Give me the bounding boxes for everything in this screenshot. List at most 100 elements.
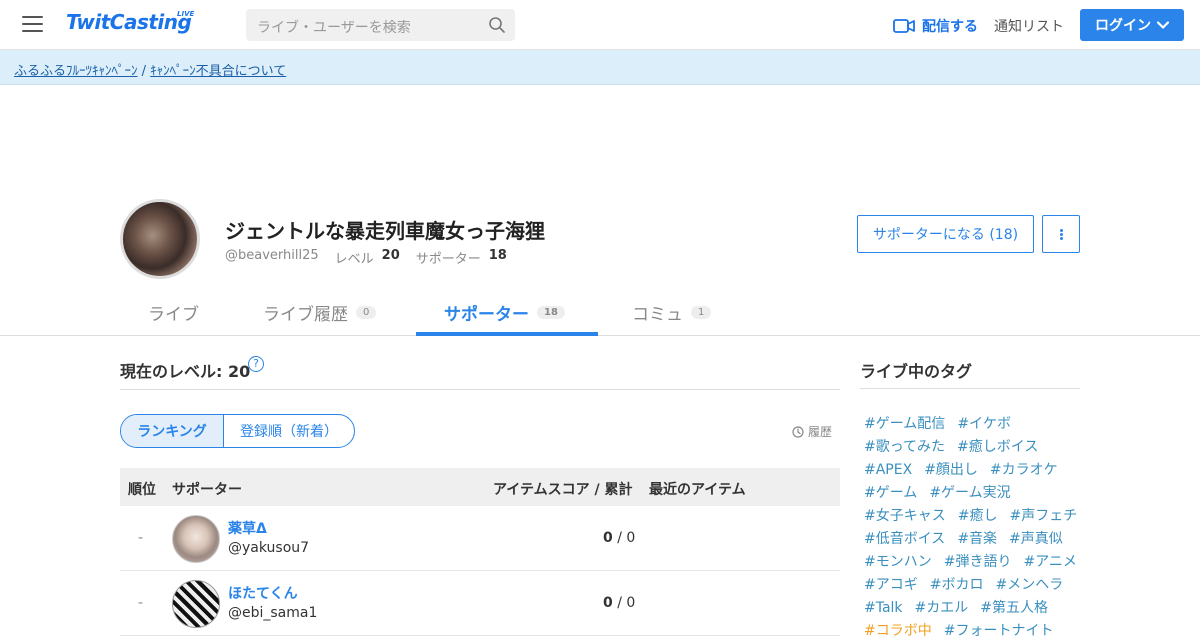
live-tag[interactable]: #ゲーム [864,485,917,501]
campaign-link[interactable]: ふるふるﾌﾙｰﾂｷｬﾝﾍﾟｰﾝ [14,64,138,79]
col-item-score: アイテムスコア / 累計 [493,482,633,498]
live-tag[interactable]: #アコギ [864,577,918,593]
tab-supporters[interactable]: サポーター 18 [444,300,565,325]
item-score-value: 0 [603,595,613,611]
divider [120,389,840,390]
tag-line: #歌ってみた #癒しボイス [864,436,1084,459]
live-tag[interactable]: #ゲーム実況 [929,485,1010,501]
avatar[interactable] [172,515,220,563]
search-placeholder: ライブ・ユーザーを検索 [257,20,411,36]
avatar[interactable] [172,580,220,628]
item-score: 0 / 0 [603,595,636,611]
broadcast-label: 配信する [922,19,978,35]
live-tag[interactable]: #モンハン [864,554,932,570]
live-tag[interactable]: #音楽 [957,531,997,547]
level-label: レベル [334,252,374,267]
divider [860,388,1080,389]
login-label: ログイン [1095,18,1151,34]
row-rank: - [138,530,144,546]
live-tag[interactable]: #イケボ [957,416,1011,432]
live-tag[interactable]: #歌ってみた [864,439,945,455]
notify-list-link[interactable]: 通知リスト [994,16,1064,36]
live-tag[interactable]: #女子キャス [864,508,946,524]
live-tag[interactable]: #アニメ [1023,554,1076,570]
tab-community-label: コミュ [632,305,683,325]
supporter-count-value: 18 [488,248,507,263]
live-tag[interactable]: #フォートナイト [944,623,1054,639]
item-score-total: 0 [626,530,636,546]
history-label: 履歴 [808,425,833,439]
tab-live-history-label: ライブ履歴 [263,305,348,325]
clock-icon [792,425,804,438]
current-level-title: 現在のレベル: 20 [120,362,251,381]
table-row: - ほたてくん @ebi_sama1 0 / 0 [120,571,840,636]
live-tag[interactable]: #弾き語り [944,554,1012,570]
tab-live-history[interactable]: ライブ履歴 0 [263,300,377,325]
tab-live-history-badge: 0 [356,306,377,319]
tab-community[interactable]: コミュ 1 [632,300,712,325]
live-tag[interactable]: #声真似 [1009,531,1063,547]
live-tag[interactable]: #ボカロ [930,577,984,593]
live-tag[interactable]: #癒しボイス [957,439,1038,455]
sort-registration-button[interactable]: 登録順（新着） [224,415,354,447]
notice-bar: ふるふるﾌﾙｰﾂｷｬﾝﾍﾟｰﾝ / ｷｬﾝﾍﾟｰﾝ不具合について [0,50,1200,85]
live-tag[interactable]: #第五人格 [980,600,1048,616]
item-score-total: 0 [626,595,636,611]
tab-live[interactable]: ライブ [148,300,199,325]
live-tag[interactable]: #カエル [915,600,969,616]
notice-text: ふるふるﾌﾙｰﾂｷｬﾝﾍﾟｰﾝ / ｷｬﾝﾍﾟｰﾝ不具合について [14,60,286,79]
top-header: TwitCasting LIVE ライブ・ユーザーを検索 配信する 通知リスト … [0,0,1200,50]
profile-meta: @beaverhill25 レベル 20 サポーター 18 [225,248,507,267]
live-tag[interactable]: #ゲーム配信 [864,416,945,432]
broadcast-button[interactable]: 配信する [893,16,978,36]
campaign-issue-link[interactable]: ｷｬﾝﾍﾟｰﾝ不具合について [150,64,286,79]
live-tag-list: #ゲーム配信 #イケボ #歌ってみた #癒しボイス #APEX #顔出し #カラオケ #ゲーム… [864,413,1084,643]
table-header: 順位 サポーター アイテムスコア / 累計 最近のアイテム [120,468,840,506]
menu-icon[interactable] [22,16,43,33]
live-tag[interactable]: #Talk [864,600,903,616]
tag-line: #モンハン #弾き語り #アニメ [864,551,1084,574]
tab-live-label: ライブ [148,305,199,325]
notice-separator: / [137,64,151,79]
col-supporter: サポーター [172,482,242,498]
profile-handle: @beaverhill25 [225,248,319,263]
live-tag[interactable]: #カラオケ [990,462,1058,478]
level-value: 20 [381,248,400,263]
tab-supporters-label: サポーター [444,305,529,325]
supporter-count-label: サポーター [415,252,481,267]
supporter-handle: @yakusou7 [228,540,310,556]
item-score-value: 0 [603,530,613,546]
more-options-button[interactable] [1042,215,1080,253]
live-tag[interactable]: #顔出し [924,462,978,478]
profile-avatar [120,199,200,279]
profile-tabs: ライブ ライブ履歴 0 サポーター 18 コミュ 1 [0,290,1200,336]
table-row: - 薬草Δ @yakusou7 0 / 0 [120,506,840,571]
tag-line: #コラボ中 #フォートナイト [864,620,1084,643]
tag-line: #ゲーム #ゲーム実況 [864,482,1084,505]
live-tag[interactable]: #声フェチ [1009,508,1077,524]
search-input[interactable]: ライブ・ユーザーを検索 [246,9,515,41]
supporter-name[interactable]: 薬草Δ [228,518,267,538]
live-tag[interactable]: #癒し [958,508,998,524]
live-tag[interactable]: #メンヘラ [995,577,1063,593]
become-supporter-button[interactable]: サポーターになる (18) [857,215,1034,253]
video-camera-icon [893,19,915,33]
live-tag[interactable]: #コラボ中 [864,623,932,639]
live-tag[interactable]: #APEX [864,462,912,478]
tag-line: #Talk #カエル #第五人格 [864,597,1084,620]
profile-name: ジェントルな暴走列車魔女っ子海狸 [225,215,545,244]
tag-line: #女子キャス #癒し #声フェチ [864,505,1084,528]
tab-supporters-badge: 18 [537,306,565,319]
live-tag[interactable]: #低音ボイス [864,531,945,547]
search-icon[interactable] [488,16,506,34]
login-button[interactable]: ログイン [1080,9,1184,41]
supporter-name[interactable]: ほたてくん [228,583,298,603]
profile-name-text: ジェントルな暴走列車魔女っ子海狸 [225,219,545,243]
more-vertical-icon [1059,228,1063,241]
history-link[interactable]: 履歴 [792,423,832,440]
sort-ranking-button[interactable]: ランキング [121,415,224,447]
logo[interactable]: TwitCasting [66,10,192,34]
col-recent-item: 最近のアイテム [649,482,746,498]
help-icon[interactable]: ? [248,356,264,372]
item-score: 0 / 0 [603,530,636,546]
